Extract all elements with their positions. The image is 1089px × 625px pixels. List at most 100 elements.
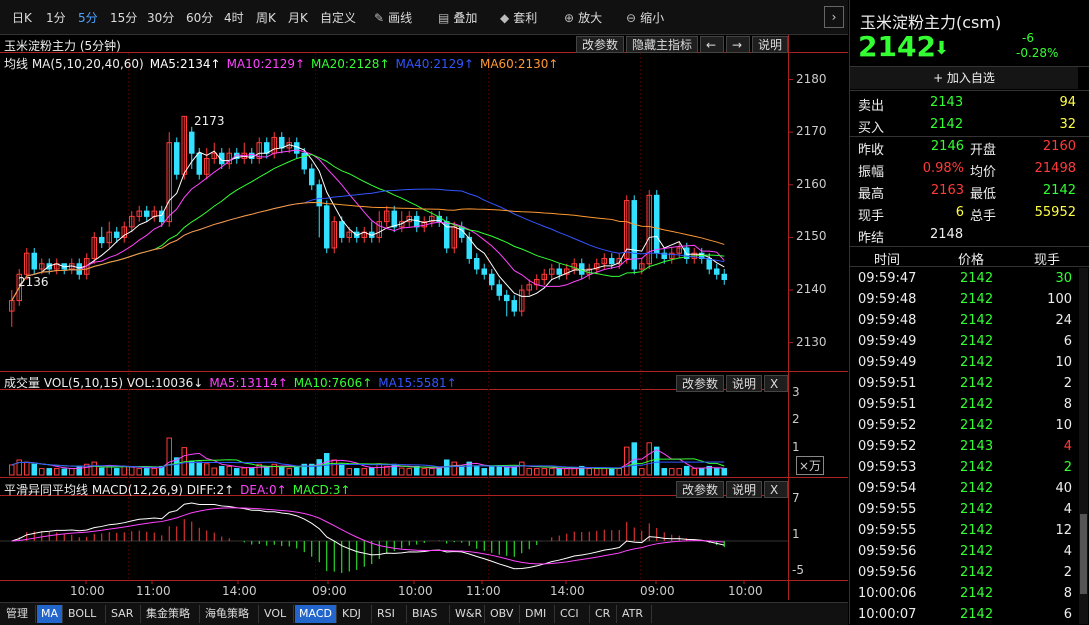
toolbar-arrow-right-icon[interactable]: › <box>824 6 844 28</box>
kline-chart-area[interactable]: 玉米淀粉主力 (5分钟) 说明 → ← 隐藏主指标 改参数 均线 MA(5,10,20,… <box>0 35 848 600</box>
volume-bar <box>196 461 202 476</box>
volume-bar <box>519 461 525 476</box>
stat-value: 21498 <box>1034 161 1076 176</box>
trade-volume: 4 <box>1063 544 1072 559</box>
trade-scrollbar[interactable] <box>1079 268 1088 624</box>
indicator-tab-14[interactable]: CCI <box>556 605 590 623</box>
indicator-tab-2[interactable]: BOLL <box>64 605 106 623</box>
indicator-tab-9[interactable]: RSI <box>373 605 407 623</box>
tool-zoom-out-button[interactable]: ⊖ 缩小 <box>626 9 664 26</box>
period-tab-6[interactable]: 4时 <box>224 9 244 26</box>
volume-bar <box>46 468 52 476</box>
period-tab-2[interactable]: 5分 <box>78 9 98 26</box>
stat-value: 55952 <box>1034 205 1076 220</box>
legend-item: 成交量 VOL(5,10,15) VOL:10036↓ <box>4 376 204 390</box>
indicator-tab-1[interactable]: MA <box>37 605 63 623</box>
trade-list[interactable]: 09:59:47 2142 30 09:59:48 2142 100 09:59:48 214… <box>850 268 1078 625</box>
period-toolbar: 日K 1分 5分 15分 30分 60分 4时 周K 月K 自定义 ✎ 画线 ▤ 叠加 ◆ 套利 ⊕ 放大 ⊖ 缩小 › <box>0 0 848 35</box>
trade-volume: 12 <box>1055 523 1072 538</box>
trade-price: 2142 <box>960 607 994 622</box>
candle-body <box>174 142 180 175</box>
indicator-tab-8[interactable]: KDJ <box>338 605 372 623</box>
scrollbar-thumb[interactable] <box>1080 514 1087 594</box>
indicator-tab-0[interactable]: 管理 <box>2 605 36 623</box>
volume-bar <box>399 467 405 476</box>
candle-body <box>489 273 495 286</box>
trade-time: 09:59:54 <box>858 481 917 496</box>
volume-bar <box>676 468 682 476</box>
tool-label: 缩小 <box>640 11 665 25</box>
trade-row: 09:59:56 2142 4 <box>850 541 1078 562</box>
period-tab-3[interactable]: 15分 <box>110 9 137 26</box>
volume-bar <box>586 468 592 476</box>
trade-row: 09:59:48 2142 100 <box>850 289 1078 310</box>
period-tab-1[interactable]: 1分 <box>46 9 66 26</box>
candle-body <box>324 205 330 249</box>
trade-time: 09:59:51 <box>858 397 917 412</box>
chart-canvas[interactable] <box>0 35 848 600</box>
volume-bar <box>166 437 172 476</box>
stat-value: 2142 <box>1042 183 1076 198</box>
volume-bar <box>69 468 75 476</box>
chart-button-1[interactable]: 说明 <box>726 375 762 392</box>
indicator-tab-6[interactable]: VOL <box>260 605 294 623</box>
ma10-line <box>11 149 725 301</box>
chart-button-0[interactable]: 改参数 <box>676 375 724 392</box>
chart-button-4[interactable]: 说明 <box>752 36 788 53</box>
tool-bag-button[interactable]: ◆ 套利 <box>500 9 537 26</box>
chart-button-2[interactable]: X <box>764 481 788 498</box>
legend-item: MA40:2129↑ <box>395 57 474 71</box>
candle-body <box>196 152 202 175</box>
indicator-tab-10[interactable]: BIAS <box>408 605 450 623</box>
chart-button-0[interactable]: 改参数 <box>676 481 724 498</box>
indicator-tab-5[interactable]: 海龟策略 <box>201 605 259 623</box>
add-watchlist-button[interactable]: + 加入自选 <box>850 67 1078 89</box>
volume-bar <box>39 468 45 476</box>
tool-zoom-in-button[interactable]: ⊕ 放大 <box>564 9 602 26</box>
period-tab-0[interactable]: 日K <box>12 9 32 26</box>
period-tab-7[interactable]: 周K <box>256 9 276 26</box>
indicator-tab-12[interactable]: OBV <box>486 605 520 623</box>
chart-button-3[interactable]: → <box>726 36 750 53</box>
period-tab-8[interactable]: 月K <box>288 9 308 26</box>
chart-button-2[interactable]: X <box>764 375 788 392</box>
bag-icon: ◆ <box>500 11 510 25</box>
indicator-tab-16[interactable]: ATR <box>618 605 652 623</box>
chart-button-1[interactable]: 隐藏主指标 <box>626 36 698 53</box>
volume-bar <box>511 465 517 476</box>
volume-bar <box>264 465 270 476</box>
period-tab-5[interactable]: 60分 <box>186 9 213 26</box>
indicator-tab-13[interactable]: DMI <box>521 605 555 623</box>
pen-icon: ✎ <box>374 11 385 25</box>
tool-label: 套利 <box>513 11 538 25</box>
macd-tick: 7 <box>792 491 800 505</box>
volume-unit-label: ×万 <box>796 456 825 475</box>
chart-button-2[interactable]: ← <box>700 36 724 53</box>
period-tab-4[interactable]: 30分 <box>147 9 174 26</box>
stat-label: 总手 <box>970 209 997 224</box>
chart-button-0[interactable]: 改参数 <box>576 36 624 53</box>
time-tick: 11:00 <box>136 584 171 598</box>
indicator-tab-4[interactable]: 集金策略 <box>142 605 200 623</box>
indicator-tab-3[interactable]: SAR <box>107 605 141 623</box>
candle-body <box>144 210 150 217</box>
stat-value: 6 <box>955 205 964 220</box>
candle-body <box>279 136 285 149</box>
trade-time: 09:59:56 <box>858 544 917 559</box>
candle-body <box>556 268 562 275</box>
indicator-tab-15[interactable]: CR <box>591 605 617 623</box>
indicator-tab-7[interactable]: MACD <box>295 605 337 623</box>
period-tab-9[interactable]: 自定义 <box>320 9 356 26</box>
trade-volume: 10 <box>1055 355 1072 370</box>
chart-button-1[interactable]: 说明 <box>726 481 762 498</box>
tool-stack-button[interactable]: ▤ 叠加 <box>438 9 477 26</box>
tool-label: 画线 <box>388 11 413 25</box>
volume-bar <box>136 468 142 476</box>
volume-bar <box>279 465 285 476</box>
ma20-line <box>11 154 725 301</box>
sell-price: 2143 <box>930 95 964 110</box>
indicator-tab-11[interactable]: W&R <box>451 605 485 623</box>
buy-price: 2142 <box>930 117 964 132</box>
tool-pen-button[interactable]: ✎ 画线 <box>374 9 412 26</box>
trade-price: 2142 <box>960 565 994 580</box>
